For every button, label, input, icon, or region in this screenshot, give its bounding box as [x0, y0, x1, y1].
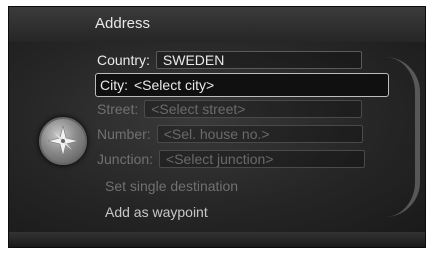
navigation-screen: Address Country: SWEDEN City: <Select ci… [8, 6, 426, 248]
page-title: Address [95, 15, 151, 32]
set-single-destination-item[interactable]: Set single destination [105, 178, 238, 194]
bottom-bar [9, 232, 425, 247]
street-label: Street: [97, 101, 139, 117]
add-as-waypoint-item[interactable]: Add as waypoint [105, 204, 208, 220]
junction-label: Junction: [97, 151, 154, 167]
scroll-indicator[interactable] [385, 57, 420, 217]
title-bar: Address [9, 7, 425, 42]
junction-field[interactable]: <Select junction> [159, 150, 366, 168]
number-row[interactable]: Number: <Sel. house no.> [97, 123, 363, 145]
city-label: City: [100, 77, 128, 93]
junction-row[interactable]: Junction: <Select junction> [97, 148, 366, 170]
compass-knob-icon[interactable] [39, 117, 87, 165]
compass-rose-icon [47, 125, 79, 157]
country-field[interactable]: SWEDEN [155, 51, 362, 69]
city-row[interactable]: City: <Select city> [95, 73, 389, 97]
country-row[interactable]: Country: SWEDEN [97, 49, 362, 71]
number-field[interactable]: <Sel. house no.> [156, 125, 363, 143]
number-label: Number: [97, 126, 151, 142]
city-field[interactable]: <Select city> [134, 76, 214, 94]
street-row[interactable]: Street: <Select street> [97, 98, 363, 120]
street-field[interactable]: <Select street> [144, 100, 363, 118]
country-label: Country: [97, 52, 150, 68]
